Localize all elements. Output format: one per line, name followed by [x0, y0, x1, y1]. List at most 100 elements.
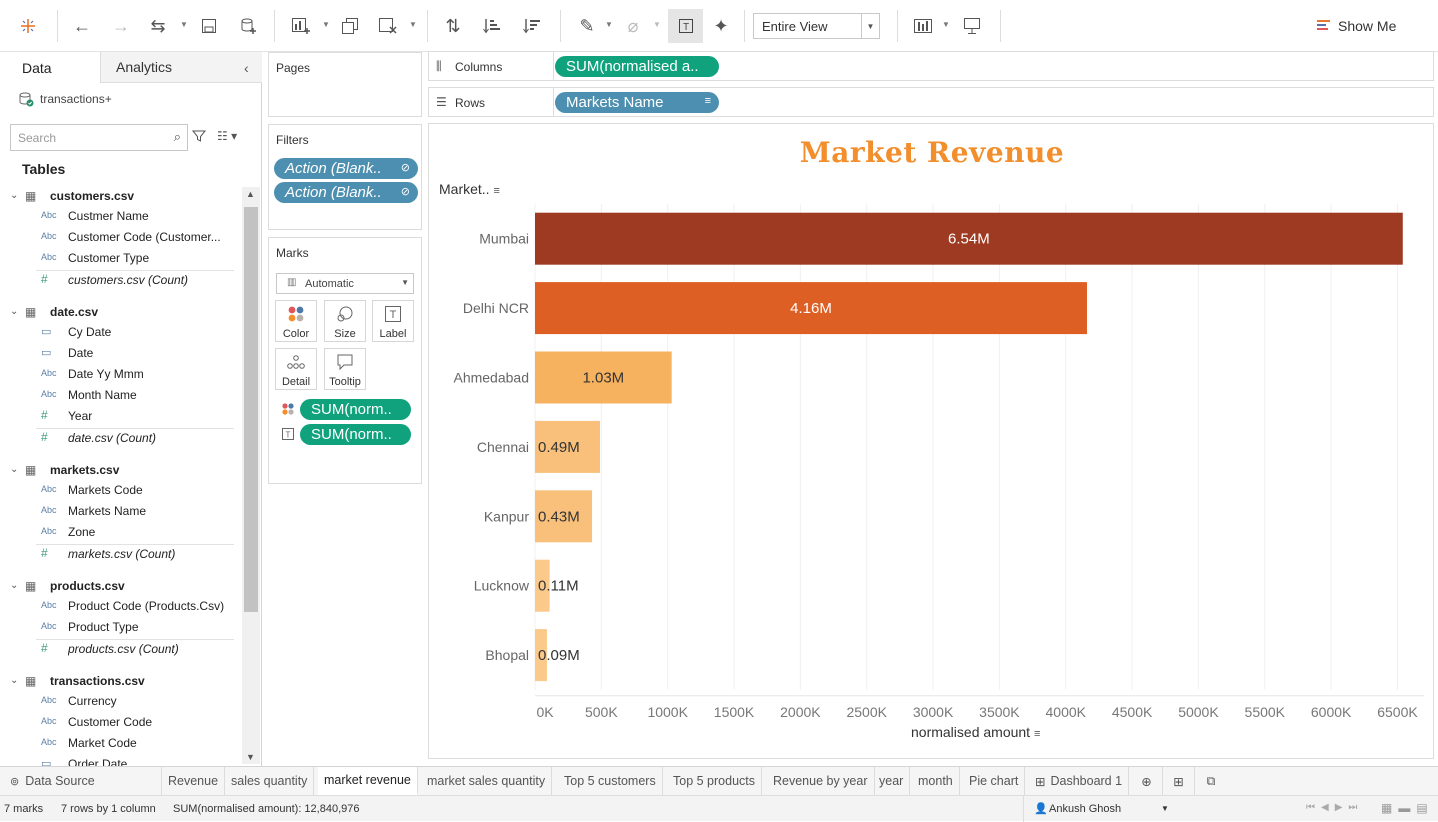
table-row[interactable]: ⌄ ▦ customers.csv	[0, 185, 242, 206]
field-item[interactable]: Abc Market Code	[0, 733, 242, 754]
show-cards-icon[interactable]	[911, 14, 935, 38]
tab-market-revenue[interactable]: market revenue	[318, 767, 418, 795]
collapse-pane-icon[interactable]: ‹	[244, 60, 249, 76]
marks-card[interactable]: Marks ▥ Automatic ▼ Color Size T Label D…	[268, 237, 422, 484]
label-button[interactable]: T Label	[372, 300, 414, 342]
chevron-down-icon[interactable]: ⌄	[10, 464, 18, 475]
scroll-up-icon[interactable]: ▲	[246, 189, 255, 199]
field-item[interactable]: Abc Customer Type	[0, 248, 242, 269]
show-mark-labels-icon[interactable]: T	[668, 9, 703, 43]
undo-icon[interactable]: ←	[70, 14, 94, 38]
field-item[interactable]: Abc Month Name	[0, 385, 242, 406]
new-worksheet-dropdown-icon[interactable]: ▼	[322, 20, 330, 32]
tab-sales-quantity[interactable]: sales quantity	[225, 767, 315, 795]
tab-month[interactable]: month	[912, 767, 960, 795]
tab-analytics[interactable]: Analytics	[100, 52, 262, 83]
clear-sheet-icon[interactable]	[376, 14, 400, 38]
chevron-down-icon[interactable]: ⌄	[10, 190, 18, 201]
table-row[interactable]: ⌄ ▦ products.csv	[0, 575, 242, 596]
color-button[interactable]: Color	[275, 300, 317, 342]
mark-type-dropdown[interactable]: ▥ Automatic ▼	[276, 273, 414, 294]
chart-view[interactable]: Market Revenue Market.. ≡ Mumbai 6.54M Del…	[428, 123, 1434, 759]
rows-shelf[interactable]: ☰ Rows Markets Name ≡	[428, 87, 1434, 117]
detail-button[interactable]: Detail	[275, 348, 317, 390]
field-item[interactable]: Abc Markets Code	[0, 480, 242, 501]
tableau-logo-icon[interactable]	[16, 14, 40, 38]
tab-market-sales-quantity[interactable]: market sales quantity	[421, 767, 553, 795]
new-dashboard-tab-icon[interactable]: ⊞	[1163, 767, 1195, 795]
field-item[interactable]: ▭ Order Date	[0, 754, 242, 766]
chevron-down-icon[interactable]: ⌄	[10, 306, 18, 317]
field-item[interactable]: Abc Customer Code	[0, 712, 242, 733]
filter-pill[interactable]: Action (Blank.. ⊘	[274, 182, 418, 203]
field-item[interactable]: ▭ Date	[0, 343, 242, 364]
swap-rows-columns-icon[interactable]: ⇅	[441, 14, 465, 38]
filter-icon[interactable]	[191, 129, 207, 146]
table-row[interactable]: ⌄ ▦ date.csv	[0, 301, 242, 322]
sheet-navigation-icon[interactable]: ⏮◀▶⏭	[1306, 802, 1363, 813]
pin-axes-icon[interactable]: ✦	[709, 14, 733, 38]
chevron-down-icon[interactable]: ⌄	[10, 580, 18, 591]
filter-pill[interactable]: Action (Blank.. ⊘	[274, 158, 418, 179]
field-item[interactable]: Abc Customer Code (Customer...	[0, 227, 242, 248]
duplicate-sheet-icon[interactable]	[338, 14, 362, 38]
tab-data-source[interactable]: ⊚ Data Source	[0, 767, 162, 795]
data-pane-scrollbar[interactable]: ▲ ▼	[242, 187, 260, 764]
field-item[interactable]: Abc Currency	[0, 691, 242, 712]
tab-top-5-customers[interactable]: Top 5 customers	[558, 767, 663, 795]
tab-dashboard-1[interactable]: ⊞ Dashboard 1	[1029, 767, 1130, 795]
tab-revenue-by-year[interactable]: Revenue by year	[767, 767, 875, 795]
sort-descending-icon[interactable]	[520, 14, 544, 38]
field-item[interactable]: Abc Markets Name	[0, 501, 242, 522]
filters-card[interactable]: Filters Action (Blank.. ⊘ Action (Blank.…	[268, 124, 422, 230]
field-item[interactable]: Abc Date Yy Mmm	[0, 364, 242, 385]
field-item[interactable]: # markets.csv (Count)	[0, 544, 242, 565]
highlight-dropdown-icon[interactable]: ▼	[605, 20, 613, 32]
replay-icon[interactable]: ⇆	[146, 14, 170, 38]
search-input[interactable]: Search ⌕	[10, 124, 188, 151]
tab-top-5-products[interactable]: Top 5 products	[667, 767, 762, 795]
sheet-view-icon[interactable]: ▦▬▤	[1381, 801, 1434, 815]
size-button[interactable]: Size	[324, 300, 366, 342]
pages-card[interactable]: Pages	[268, 52, 422, 117]
show-me-button[interactable]: Show Me	[1317, 16, 1396, 36]
field-item[interactable]: ▭ Cy Date	[0, 322, 242, 343]
x-axis-title[interactable]: normalised amount ≡	[911, 724, 1040, 740]
presentation-mode-icon[interactable]	[960, 14, 984, 38]
field-item[interactable]: # Year	[0, 406, 242, 427]
tooltip-button[interactable]: Tooltip	[324, 348, 366, 390]
tab-pie-chart[interactable]: Pie chart	[963, 767, 1026, 795]
field-item[interactable]: # customers.csv (Count)	[0, 270, 242, 291]
columns-pill[interactable]: SUM(normalised a..	[555, 56, 719, 77]
redo-icon[interactable]: →	[109, 14, 133, 38]
sort-icon[interactable]: ≡	[1034, 728, 1040, 740]
field-item[interactable]: # products.csv (Count)	[0, 639, 242, 660]
highlight-icon[interactable]: ✎	[575, 14, 599, 38]
rows-pill[interactable]: Markets Name ≡	[555, 92, 719, 113]
fit-dropdown[interactable]: Entire View ▼	[753, 13, 880, 39]
label-measure-pill[interactable]: SUM(norm..	[300, 424, 411, 445]
chevron-down-icon[interactable]: ⌄	[10, 675, 18, 686]
table-row[interactable]: ⌄ ▦ markets.csv	[0, 459, 242, 480]
group-members-icon[interactable]: ⌀	[621, 14, 645, 38]
sort-ascending-icon[interactable]	[480, 14, 504, 38]
field-item[interactable]: Abc Zone	[0, 522, 242, 543]
cards-dropdown-icon[interactable]: ▼	[942, 20, 950, 32]
new-datasource-icon[interactable]	[236, 14, 260, 38]
new-worksheet-icon[interactable]	[289, 14, 313, 38]
tab-revenue[interactable]: Revenue	[162, 767, 226, 795]
field-item[interactable]: Abc Product Code (Products.Csv)	[0, 596, 242, 617]
columns-shelf[interactable]: ⫼ Columns SUM(normalised a..	[428, 51, 1434, 81]
new-story-tab-icon[interactable]: ⧉	[1195, 767, 1227, 795]
field-item[interactable]: Abc Custmer Name	[0, 206, 242, 227]
new-worksheet-tab-icon[interactable]: ⊕	[1131, 767, 1163, 795]
scrollbar-thumb[interactable]	[244, 207, 258, 612]
tab-data[interactable]: Data	[0, 52, 100, 83]
field-item[interactable]: # date.csv (Count)	[0, 428, 242, 449]
replay-dropdown-icon[interactable]: ▼	[180, 20, 188, 32]
color-measure-pill[interactable]: SUM(norm..	[300, 399, 411, 420]
group-dropdown-icon[interactable]: ▼	[653, 20, 661, 32]
clear-dropdown-icon[interactable]: ▼	[409, 20, 417, 32]
scroll-down-icon[interactable]: ▼	[246, 752, 255, 762]
table-row[interactable]: ⌄ ▦ transactions.csv	[0, 670, 242, 691]
